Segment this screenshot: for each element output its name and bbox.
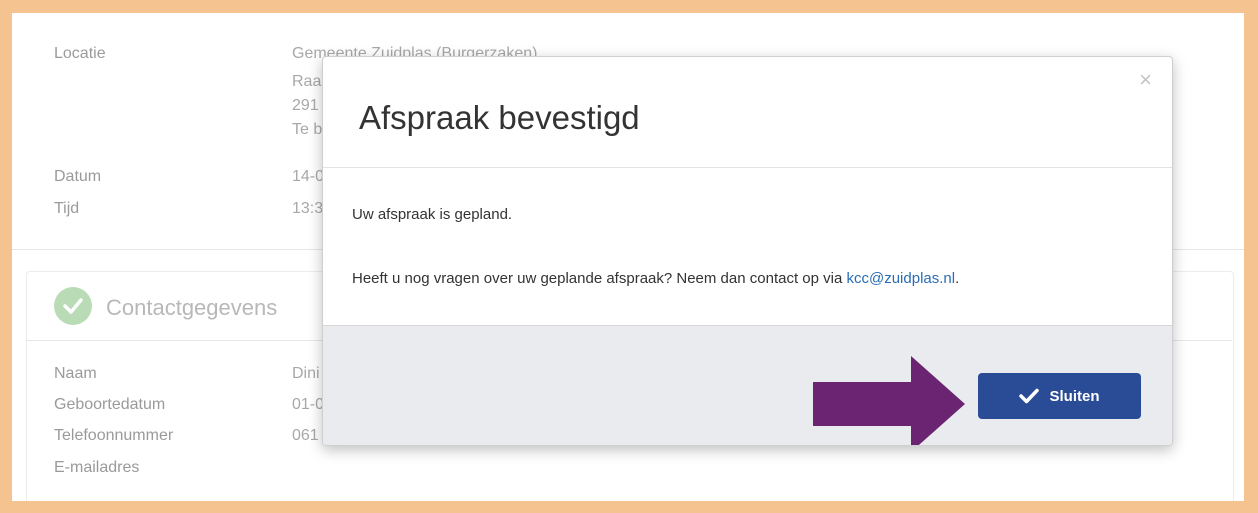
phone-value: 061 xyxy=(292,427,319,444)
close-button[interactable]: Sluiten xyxy=(978,373,1141,419)
pointer-arrow-icon xyxy=(813,356,965,445)
modal-body: Uw afspraak is gepland. Heeft u nog vrag… xyxy=(323,168,1172,325)
checkmark-icon xyxy=(1019,388,1040,404)
modal-title: Afspraak bevestigd xyxy=(359,99,640,136)
location-line-4: Te b xyxy=(292,121,323,138)
date-value: 14-0 xyxy=(292,168,325,185)
page-frame: Locatie Gemeente Zuidplas (Burgerzaken) … xyxy=(12,13,1244,501)
modal-footer: Sluiten xyxy=(323,325,1172,445)
modal-header: Afspraak bevestigd × xyxy=(323,57,1172,168)
email-link[interactable]: kcc@zuidplas.nl xyxy=(846,270,955,287)
location-label: Locatie xyxy=(54,45,106,62)
time-label: Tijd xyxy=(54,200,80,217)
name-value: Dini xyxy=(292,365,320,382)
location-line-2: Raa xyxy=(292,73,322,90)
success-check-icon xyxy=(54,287,92,325)
name-label: Naam xyxy=(54,365,97,382)
email-label: E-mailadres xyxy=(54,459,140,476)
birthdate-value: 01-0 xyxy=(292,396,325,413)
date-label: Datum xyxy=(54,168,102,185)
confirmation-message: Uw afspraak is gepland. xyxy=(352,206,513,223)
close-icon[interactable]: × xyxy=(1139,69,1152,91)
contact-section-title: Contactgegevens xyxy=(106,295,278,320)
close-button-label: Sluiten xyxy=(1049,387,1100,405)
contact-message-text: Heeft u nog vragen over uw geplande afsp… xyxy=(352,270,847,287)
time-value: 13:3 xyxy=(292,200,324,217)
birthdate-label: Geboortedatum xyxy=(54,396,166,413)
contact-message: Heeft u nog vragen over uw geplande afsp… xyxy=(352,270,959,287)
phone-label: Telefoonnummer xyxy=(54,427,174,444)
confirmation-modal: Afspraak bevestigd × Uw afspraak is gepl… xyxy=(322,56,1173,446)
location-line-3: 291 xyxy=(292,97,319,114)
contact-message-suffix: . xyxy=(955,270,960,287)
